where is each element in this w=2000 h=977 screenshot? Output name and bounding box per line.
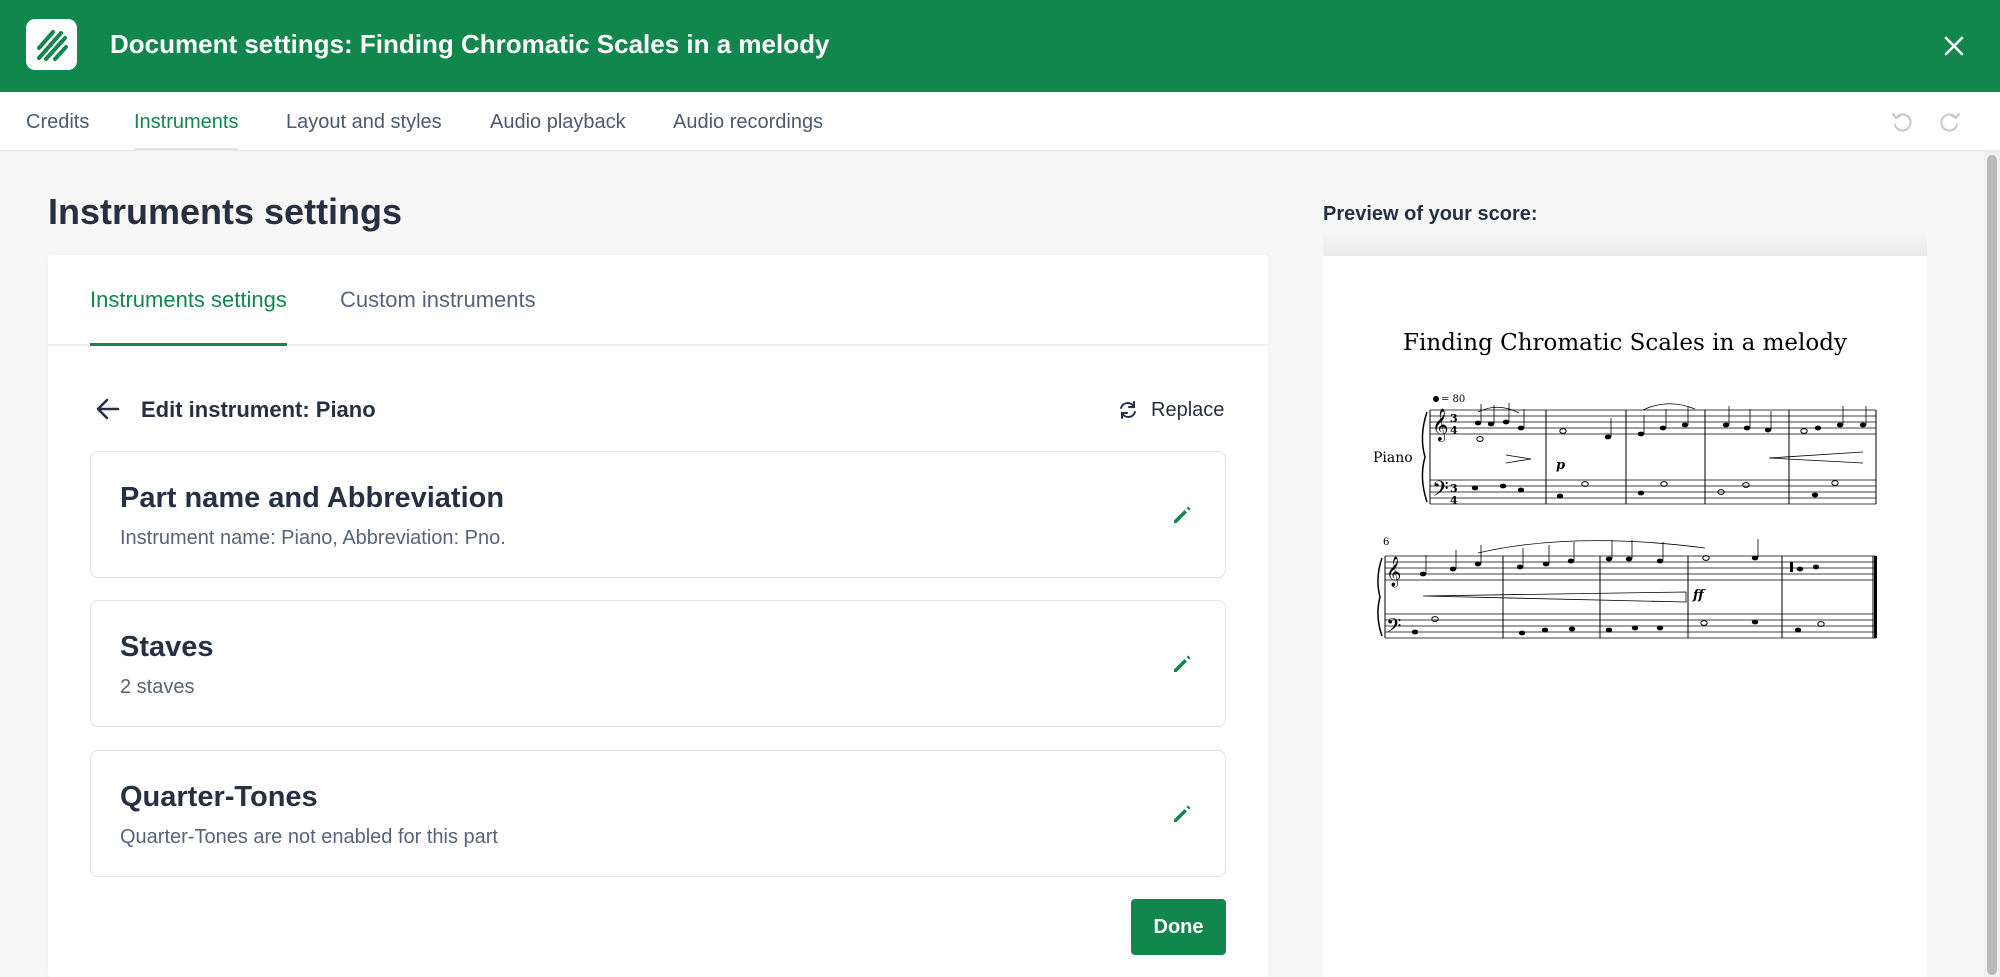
page-scrollbar[interactable] [1984,151,2000,977]
refresh-icon [1117,399,1139,421]
subtab-label: Instruments settings [90,287,287,312]
active-tab-underline [90,343,287,346]
bass-clef-icon: 𝄢 [1432,477,1449,507]
card-part-name[interactable]: Part name and Abbreviation Instrument na… [90,451,1226,578]
score-preview[interactable]: Finding Chromatic Scales in a melody Pia… [1323,256,1927,977]
subtabs: Instruments settings Custom instruments [48,255,1268,346]
undo-icon[interactable] [1888,108,1916,136]
barlines-1 [1429,410,1877,504]
bass-staff-2 [1385,613,1876,639]
hairpins-system-2 [1422,591,1687,603]
tab-credits[interactable]: Credits [26,92,89,151]
replace-button[interactable]: Replace [1117,394,1224,426]
tab-layout-and-styles[interactable]: Layout and styles [286,92,442,151]
dynamic-marking: ff [1692,588,1706,603]
dialog-title: Document settings: Finding Chromatic Sca… [110,29,830,59]
pencil-icon[interactable] [1167,649,1197,679]
close-icon[interactable] [1934,26,1974,66]
preview-label: Preview of your score: [1323,203,1538,225]
slurs-system-1 [1477,403,1696,414]
rests-system-2 [1790,562,1793,572]
treble-clef-icon: 𝄞 [1432,408,1449,442]
card-title: Part name and Abbreviation [120,482,505,514]
slurs-system-2 [1477,540,1706,554]
card-title: Quarter-Tones [120,781,318,813]
bass-staff-1 [1430,479,1876,505]
tempo-marking: = 80 [1441,394,1465,405]
arrow-left-icon[interactable] [92,393,124,425]
instrument-label: Piano [1373,450,1413,466]
edit-instrument-title: Edit instrument: Piano [141,397,376,422]
settings-tabs: Credits Instruments Layout and styles Au… [0,92,2000,151]
redo-icon[interactable] [1936,108,1964,136]
brace-icon [1421,411,1428,503]
subtab-instruments-settings[interactable]: Instruments settings [90,285,287,346]
treble-staff-1 [1430,409,1876,435]
pencil-icon[interactable] [1167,799,1197,829]
done-button[interactable]: Done [1131,899,1226,955]
tab-audio-recordings[interactable]: Audio recordings [673,92,823,151]
final-barline [1874,556,1877,638]
page-title: Instruments settings [48,191,403,232]
bass-clef-icon: 𝄢 [1386,614,1401,642]
card-staves[interactable]: Staves 2 staves [90,600,1226,727]
tab-instruments[interactable]: Instruments [134,92,239,151]
tempo-note-icon [1433,396,1439,402]
score-notation: Piano = 80 𝄞 𝄢 3 4 3 4 p 6 𝄞 𝄢 ff [1373,394,1877,642]
pencil-icon[interactable] [1167,500,1197,530]
app-header: Document settings: Finding Chromatic Sca… [0,0,2000,92]
tab-audio-playback[interactable]: Audio playback [490,92,626,151]
replace-label: Replace [1151,398,1225,421]
flat-logo-icon [26,19,77,70]
scrollbar-thumb[interactable] [1987,155,1997,975]
subtab-custom-instruments[interactable]: Custom instruments [340,285,536,315]
stems-system-1 [1480,403,1867,437]
brace-icon [1377,557,1383,637]
card-subtitle: Instrument name: Piano, Abbreviation: Pn… [120,527,506,549]
card-title: Staves [120,631,214,663]
card-quarter-tones[interactable]: Quarter-Tones Quarter-Tones are not enab… [90,750,1226,877]
preview-header-shade [1323,232,1927,256]
dynamic-marking: p [1556,458,1565,473]
time-signature-bottom: 4 [1450,424,1458,437]
card-subtitle: Quarter-Tones are not enabled for this p… [120,826,498,848]
treble-clef-icon: 𝄞 [1386,556,1401,588]
time-signature-bottom: 4 [1450,494,1458,507]
card-subtitle: 2 staves [120,676,195,698]
measure-number: 6 [1383,537,1389,548]
